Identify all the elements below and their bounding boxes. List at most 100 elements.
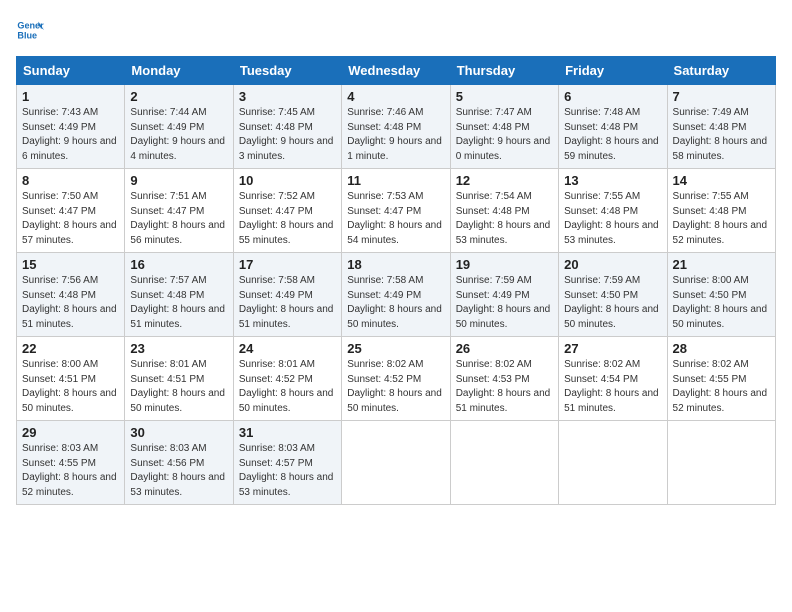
day-info: Sunrise: 7:48 AMSunset: 4:48 PMDaylight:… <box>564 107 659 162</box>
day-info: Sunrise: 7:58 AMSunset: 4:49 PMDaylight:… <box>347 275 442 330</box>
page-header: General Blue <box>16 16 776 44</box>
day-info: Sunrise: 7:53 AMSunset: 4:47 PMDaylight:… <box>347 191 442 246</box>
calendar-cell: 27 Sunrise: 8:02 AMSunset: 4:54 PMDaylig… <box>559 337 667 421</box>
day-info: Sunrise: 7:51 AMSunset: 4:47 PMDaylight:… <box>130 191 225 246</box>
calendar-cell: 17 Sunrise: 7:58 AMSunset: 4:49 PMDaylig… <box>233 253 341 337</box>
day-info: Sunrise: 7:47 AMSunset: 4:48 PMDaylight:… <box>456 107 551 162</box>
day-info: Sunrise: 8:03 AMSunset: 4:55 PMDaylight:… <box>22 443 117 498</box>
day-number: 1 <box>22 89 119 104</box>
day-info: Sunrise: 7:55 AMSunset: 4:48 PMDaylight:… <box>564 191 659 246</box>
calendar-cell: 1 Sunrise: 7:43 AMSunset: 4:49 PMDayligh… <box>17 85 125 169</box>
day-number: 24 <box>239 341 336 356</box>
day-number: 9 <box>130 173 227 188</box>
day-number: 31 <box>239 425 336 440</box>
day-info: Sunrise: 7:50 AMSunset: 4:47 PMDaylight:… <box>22 191 117 246</box>
calendar-cell: 10 Sunrise: 7:52 AMSunset: 4:47 PMDaylig… <box>233 169 341 253</box>
header-friday: Friday <box>559 57 667 85</box>
calendar-cell: 29 Sunrise: 8:03 AMSunset: 4:55 PMDaylig… <box>17 421 125 505</box>
day-info: Sunrise: 8:02 AMSunset: 4:54 PMDaylight:… <box>564 359 659 414</box>
day-number: 22 <box>22 341 119 356</box>
day-info: Sunrise: 7:52 AMSunset: 4:47 PMDaylight:… <box>239 191 334 246</box>
calendar-cell: 4 Sunrise: 7:46 AMSunset: 4:48 PMDayligh… <box>342 85 450 169</box>
calendar-cell <box>667 421 775 505</box>
calendar-cell: 7 Sunrise: 7:49 AMSunset: 4:48 PMDayligh… <box>667 85 775 169</box>
calendar-cell: 6 Sunrise: 7:48 AMSunset: 4:48 PMDayligh… <box>559 85 667 169</box>
day-number: 19 <box>456 257 553 272</box>
day-number: 2 <box>130 89 227 104</box>
calendar-cell: 19 Sunrise: 7:59 AMSunset: 4:49 PMDaylig… <box>450 253 558 337</box>
logo-icon: General Blue <box>16 16 44 44</box>
day-number: 15 <box>22 257 119 272</box>
header-wednesday: Wednesday <box>342 57 450 85</box>
day-number: 7 <box>673 89 770 104</box>
day-info: Sunrise: 7:56 AMSunset: 4:48 PMDaylight:… <box>22 275 117 330</box>
day-info: Sunrise: 8:01 AMSunset: 4:51 PMDaylight:… <box>130 359 225 414</box>
day-info: Sunrise: 8:03 AMSunset: 4:57 PMDaylight:… <box>239 443 334 498</box>
calendar-week-row: 8 Sunrise: 7:50 AMSunset: 4:47 PMDayligh… <box>17 169 776 253</box>
day-info: Sunrise: 8:02 AMSunset: 4:52 PMDaylight:… <box>347 359 442 414</box>
day-info: Sunrise: 7:49 AMSunset: 4:48 PMDaylight:… <box>673 107 768 162</box>
calendar-cell: 24 Sunrise: 8:01 AMSunset: 4:52 PMDaylig… <box>233 337 341 421</box>
header-sunday: Sunday <box>17 57 125 85</box>
calendar-week-row: 22 Sunrise: 8:00 AMSunset: 4:51 PMDaylig… <box>17 337 776 421</box>
day-number: 8 <box>22 173 119 188</box>
header-monday: Monday <box>125 57 233 85</box>
calendar-cell: 9 Sunrise: 7:51 AMSunset: 4:47 PMDayligh… <box>125 169 233 253</box>
day-info: Sunrise: 7:44 AMSunset: 4:49 PMDaylight:… <box>130 107 225 162</box>
day-info: Sunrise: 7:45 AMSunset: 4:48 PMDaylight:… <box>239 107 334 162</box>
day-info: Sunrise: 7:46 AMSunset: 4:48 PMDaylight:… <box>347 107 442 162</box>
day-info: Sunrise: 7:59 AMSunset: 4:49 PMDaylight:… <box>456 275 551 330</box>
day-info: Sunrise: 8:00 AMSunset: 4:50 PMDaylight:… <box>673 275 768 330</box>
day-info: Sunrise: 7:58 AMSunset: 4:49 PMDaylight:… <box>239 275 334 330</box>
day-number: 16 <box>130 257 227 272</box>
day-number: 30 <box>130 425 227 440</box>
day-info: Sunrise: 8:02 AMSunset: 4:55 PMDaylight:… <box>673 359 768 414</box>
calendar-cell: 13 Sunrise: 7:55 AMSunset: 4:48 PMDaylig… <box>559 169 667 253</box>
day-number: 6 <box>564 89 661 104</box>
calendar-week-row: 15 Sunrise: 7:56 AMSunset: 4:48 PMDaylig… <box>17 253 776 337</box>
day-number: 5 <box>456 89 553 104</box>
calendar-cell: 30 Sunrise: 8:03 AMSunset: 4:56 PMDaylig… <box>125 421 233 505</box>
calendar-cell: 21 Sunrise: 8:00 AMSunset: 4:50 PMDaylig… <box>667 253 775 337</box>
calendar-cell: 3 Sunrise: 7:45 AMSunset: 4:48 PMDayligh… <box>233 85 341 169</box>
svg-text:Blue: Blue <box>17 30 37 40</box>
day-info: Sunrise: 8:01 AMSunset: 4:52 PMDaylight:… <box>239 359 334 414</box>
calendar-cell: 12 Sunrise: 7:54 AMSunset: 4:48 PMDaylig… <box>450 169 558 253</box>
calendar-table: SundayMondayTuesdayWednesdayThursdayFrid… <box>16 56 776 505</box>
logo: General Blue <box>16 16 48 44</box>
calendar-cell: 2 Sunrise: 7:44 AMSunset: 4:49 PMDayligh… <box>125 85 233 169</box>
day-number: 14 <box>673 173 770 188</box>
calendar-cell: 31 Sunrise: 8:03 AMSunset: 4:57 PMDaylig… <box>233 421 341 505</box>
calendar-cell: 23 Sunrise: 8:01 AMSunset: 4:51 PMDaylig… <box>125 337 233 421</box>
calendar-cell: 20 Sunrise: 7:59 AMSunset: 4:50 PMDaylig… <box>559 253 667 337</box>
day-info: Sunrise: 8:03 AMSunset: 4:56 PMDaylight:… <box>130 443 225 498</box>
day-number: 28 <box>673 341 770 356</box>
day-number: 12 <box>456 173 553 188</box>
day-number: 13 <box>564 173 661 188</box>
calendar-cell: 25 Sunrise: 8:02 AMSunset: 4:52 PMDaylig… <box>342 337 450 421</box>
day-number: 3 <box>239 89 336 104</box>
calendar-header-row: SundayMondayTuesdayWednesdayThursdayFrid… <box>17 57 776 85</box>
calendar-cell: 11 Sunrise: 7:53 AMSunset: 4:47 PMDaylig… <box>342 169 450 253</box>
day-info: Sunrise: 8:00 AMSunset: 4:51 PMDaylight:… <box>22 359 117 414</box>
day-info: Sunrise: 7:55 AMSunset: 4:48 PMDaylight:… <box>673 191 768 246</box>
day-info: Sunrise: 7:59 AMSunset: 4:50 PMDaylight:… <box>564 275 659 330</box>
calendar-cell <box>450 421 558 505</box>
day-number: 25 <box>347 341 444 356</box>
calendar-cell: 14 Sunrise: 7:55 AMSunset: 4:48 PMDaylig… <box>667 169 775 253</box>
calendar-cell <box>342 421 450 505</box>
header-saturday: Saturday <box>667 57 775 85</box>
day-info: Sunrise: 8:02 AMSunset: 4:53 PMDaylight:… <box>456 359 551 414</box>
calendar-cell: 28 Sunrise: 8:02 AMSunset: 4:55 PMDaylig… <box>667 337 775 421</box>
calendar-week-row: 1 Sunrise: 7:43 AMSunset: 4:49 PMDayligh… <box>17 85 776 169</box>
day-number: 27 <box>564 341 661 356</box>
calendar-cell: 15 Sunrise: 7:56 AMSunset: 4:48 PMDaylig… <box>17 253 125 337</box>
calendar-cell <box>559 421 667 505</box>
calendar-cell: 26 Sunrise: 8:02 AMSunset: 4:53 PMDaylig… <box>450 337 558 421</box>
calendar-week-row: 29 Sunrise: 8:03 AMSunset: 4:55 PMDaylig… <box>17 421 776 505</box>
day-number: 23 <box>130 341 227 356</box>
day-number: 11 <box>347 173 444 188</box>
day-number: 4 <box>347 89 444 104</box>
calendar-cell: 16 Sunrise: 7:57 AMSunset: 4:48 PMDaylig… <box>125 253 233 337</box>
day-number: 17 <box>239 257 336 272</box>
